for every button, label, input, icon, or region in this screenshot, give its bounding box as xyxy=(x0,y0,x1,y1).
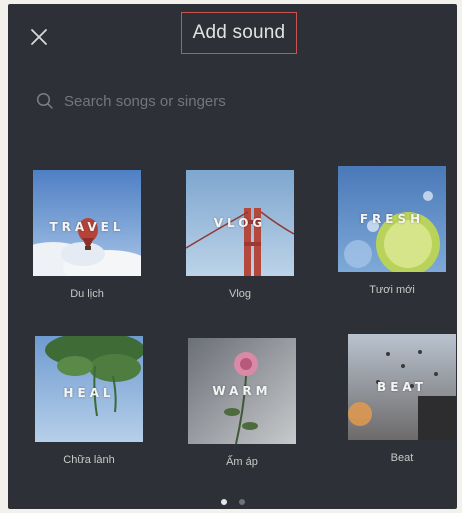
category-label: Vlog xyxy=(228,288,252,300)
category-thumbnail-word: TRAVEL xyxy=(49,220,125,234)
category-tile-warm[interactable]: WARM Ấm áp xyxy=(188,338,296,468)
page-dot-active[interactable] xyxy=(220,499,227,505)
category-thumbnail-word: BEAT xyxy=(377,380,427,394)
category-thumbnail-word: HEAL xyxy=(63,386,115,400)
category-thumbnail-warm: WARM xyxy=(188,338,296,444)
category-tile-heal[interactable]: HEAL Chữa lành xyxy=(35,336,143,466)
category-thumbnail-word: VLOG xyxy=(213,216,267,230)
page-dot[interactable] xyxy=(238,499,245,505)
category-label: Chữa lành xyxy=(63,454,115,466)
category-thumbnail-beat: BEAT xyxy=(348,334,456,440)
category-label: Tươi mới xyxy=(369,284,415,296)
category-thumbnail-travel: TRAVEL xyxy=(33,170,141,276)
category-label: Du lịch xyxy=(70,288,104,300)
category-thumbnail-word: WARM xyxy=(212,384,272,398)
category-tile-travel[interactable]: TRAVEL Du lịch xyxy=(33,170,141,300)
page-indicator xyxy=(8,499,457,505)
category-tile-vlog[interactable]: VLOG Vlog xyxy=(186,170,294,300)
sound-category-grid: TRAVEL Du lịch VLOG Vlog FRESH Tươi mới … xyxy=(8,4,457,509)
category-label: Ấm áp xyxy=(226,456,258,468)
category-thumbnail-heal: HEAL xyxy=(35,336,143,442)
category-thumbnail-vlog: VLOG xyxy=(186,170,294,276)
category-tile-beat[interactable]: BEAT Beat xyxy=(348,334,456,464)
add-sound-panel: Add sound Search songs or singers TRAVEL… xyxy=(8,4,457,509)
category-tile-fresh[interactable]: FRESH Tươi mới xyxy=(338,166,446,296)
category-thumbnail-fresh: FRESH xyxy=(338,166,446,272)
category-thumbnail-word: FRESH xyxy=(359,212,425,226)
category-label: Beat xyxy=(390,452,414,464)
